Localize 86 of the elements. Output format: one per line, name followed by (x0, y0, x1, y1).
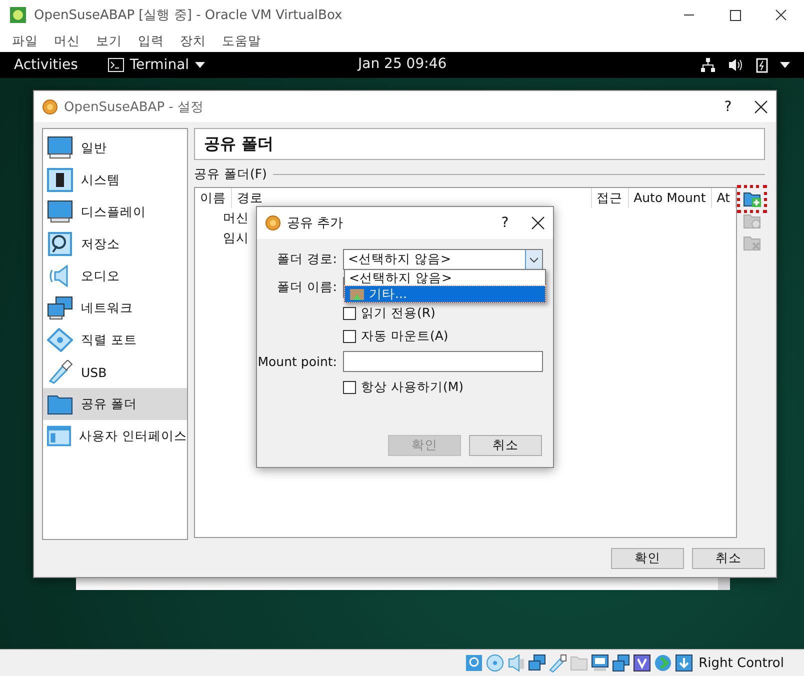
checkbox[interactable] (343, 380, 356, 394)
menu-item[interactable]: 파일 (4, 30, 46, 52)
category-label: 저장소 (81, 236, 120, 252)
category-label: 네트워크 (81, 300, 133, 316)
serial-port-icon (47, 328, 73, 352)
category-item[interactable]: USB (43, 356, 187, 388)
host-key-label: Right Control (698, 656, 784, 670)
chevron-down-icon[interactable] (525, 250, 542, 269)
column-header[interactable]: Auto Mount (628, 188, 712, 208)
field-label: 폴더 경로: (276, 251, 337, 268)
folder-gear-icon (743, 212, 761, 230)
group-label: 공유 폴더(F) (194, 166, 267, 182)
page-title: 공유 폴더 (194, 128, 765, 160)
category-label: 사용자 인터페이스 (79, 428, 187, 444)
menu-item[interactable]: 도움말 (214, 30, 269, 52)
help-button[interactable]: ? (708, 98, 748, 114)
category-item[interactable]: 네트워크 (43, 292, 187, 324)
column-header[interactable]: 이름 (195, 188, 232, 208)
menu-item[interactable]: 입력 (130, 30, 172, 52)
mount-point-field[interactable] (343, 351, 543, 372)
menu-item[interactable]: 보기 (88, 30, 130, 52)
category-label: 직렬 포트 (81, 332, 137, 348)
category-label: USB (81, 364, 107, 380)
scrollbar-thumb[interactable] (718, 578, 730, 590)
download-icon[interactable] (674, 653, 694, 673)
close-icon[interactable] (754, 100, 768, 114)
category-label: 오디오 (81, 268, 120, 284)
terminal-icon (108, 58, 124, 72)
checkbox[interactable] (343, 330, 356, 342)
field-label: 폴더 이름: (276, 279, 337, 296)
category-label: 시스템 (81, 172, 120, 188)
menu-item[interactable]: 머신 (46, 30, 88, 52)
window-title: OpenSuseABAP [실행 중] - Oracle VM VirtualBox (34, 7, 344, 24)
column-header[interactable]: At (712, 188, 736, 208)
category-item[interactable]: 공유 폴더 (43, 388, 187, 420)
display-icon[interactable] (590, 653, 610, 673)
dialog-title: OpenSuseABAP - 설정 (64, 98, 204, 116)
app-icon (10, 7, 26, 23)
caret-icon (195, 62, 206, 68)
field-label: Mount point: (257, 354, 337, 369)
network-icon (47, 296, 73, 320)
window-icon[interactable] (610, 653, 631, 673)
category-item[interactable]: 직렬 포트 (43, 324, 187, 356)
column-header[interactable]: 접근 (592, 188, 629, 208)
category-item[interactable]: 오디오 (43, 260, 187, 292)
dialog-button[interactable]: 취소 (469, 435, 542, 456)
checkbox-label: 자동 마운트(A) (361, 328, 448, 344)
category-label: 디스플레이 (81, 204, 146, 220)
window-layout-icon (47, 424, 72, 448)
dialog-title: 공유 추가 (287, 215, 344, 232)
clock[interactable]: Jan 25 09:46 (358, 56, 447, 72)
volume-icon[interactable] (728, 57, 744, 73)
tree-row-label[interactable]: 임시 (223, 230, 249, 245)
optical-disc-icon[interactable] (484, 653, 505, 673)
usb-icon (47, 360, 73, 384)
checkbox[interactable] (343, 306, 356, 320)
checkbox-label: 항상 사용하기(M) (361, 378, 464, 396)
network-icon[interactable] (526, 653, 547, 673)
dropdown-option[interactable]: <선택하지 않음> (345, 270, 545, 286)
monitor-icon (47, 136, 73, 160)
category-label: 공유 폴더 (81, 396, 137, 412)
tree-row-label[interactable]: 머신 (223, 210, 249, 225)
dialog-button[interactable]: 확인 (611, 548, 684, 569)
folder-x-icon (743, 234, 761, 252)
dropdown-option[interactable]: 기타... (345, 286, 545, 302)
menu-item[interactable]: 장치 (172, 30, 214, 52)
activities-button[interactable]: Activities (14, 57, 78, 73)
display-icon (47, 200, 73, 224)
category-label: 일반 (81, 140, 107, 156)
folder-icon (349, 287, 365, 301)
network-icon[interactable] (700, 57, 716, 73)
checkbox-label: 읽기 전용(R) (361, 304, 436, 322)
category-item[interactable]: 디스플레이 (43, 196, 187, 228)
folder-plus-icon (743, 190, 761, 208)
category-item[interactable]: 저장소 (43, 228, 187, 260)
close-icon[interactable] (531, 216, 545, 230)
usb-icon[interactable] (548, 653, 568, 673)
category-item[interactable]: 일반 (43, 132, 187, 164)
app-menu[interactable]: Terminal (108, 57, 206, 73)
help-button[interactable]: ? (485, 215, 525, 231)
folder-path-combo[interactable]: <선택하지 않음> (343, 249, 543, 270)
category-item[interactable]: 사용자 인터페이스 (43, 420, 187, 452)
dialog-button[interactable]: 취소 (692, 548, 765, 569)
category-item[interactable]: 시스템 (43, 164, 187, 196)
battery-icon[interactable] (756, 57, 768, 73)
caret-icon[interactable] (780, 62, 790, 68)
